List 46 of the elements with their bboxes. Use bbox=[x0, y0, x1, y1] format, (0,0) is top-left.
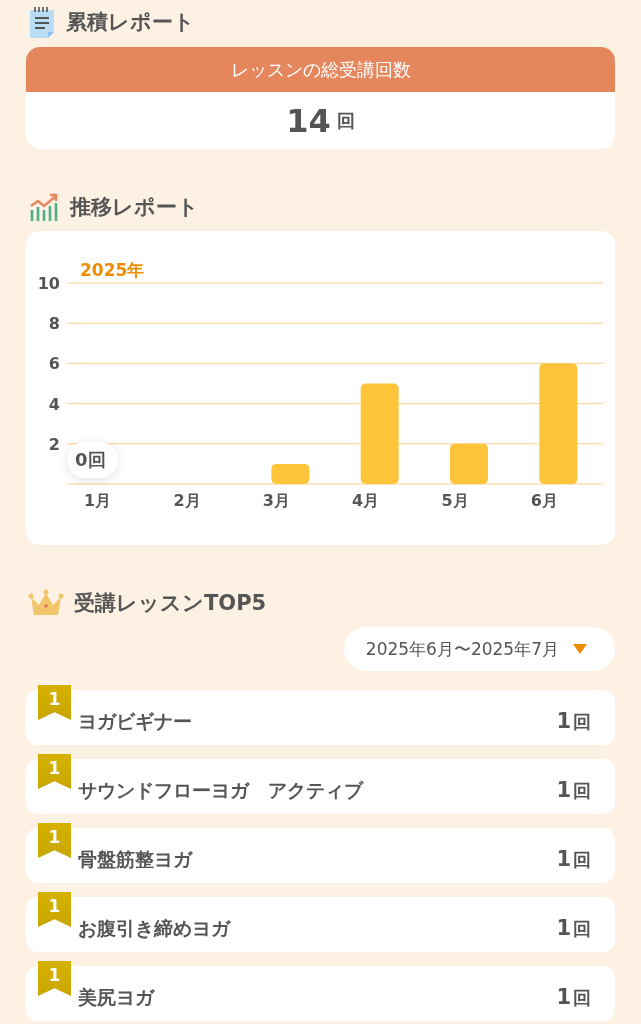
section-heading: 累積レポート bbox=[66, 9, 195, 36]
axis-label: 10 bbox=[37, 274, 60, 293]
total-count: 14 bbox=[286, 101, 331, 140]
axis-label: 3月 bbox=[262, 491, 290, 510]
card-title: レッスンの総受講回数 bbox=[26, 47, 615, 92]
rank-badge: 1 bbox=[38, 754, 71, 789]
rank-badge: 1 bbox=[38, 892, 71, 927]
axis-label: 4月 bbox=[352, 491, 380, 510]
lesson-count: 1 bbox=[556, 985, 571, 1009]
rank-badge: 1 bbox=[38, 961, 71, 996]
rank-badge: 1 bbox=[38, 823, 71, 858]
lesson-name: 美尻ヨガ bbox=[78, 984, 156, 1010]
axis-label: 8 bbox=[48, 314, 60, 334]
lesson-count: 1 bbox=[556, 847, 571, 871]
count-unit: 回 bbox=[573, 710, 591, 734]
bar bbox=[450, 443, 488, 484]
year-label: 2025年 bbox=[80, 259, 145, 282]
caret-icon bbox=[573, 644, 587, 654]
lesson-count: 1 bbox=[556, 916, 571, 940]
count-unit: 回 bbox=[573, 848, 591, 872]
period-dropdown[interactable]: 2025年6月〜2025年7月 bbox=[343, 627, 615, 671]
trend-chart-icon bbox=[28, 192, 60, 222]
lesson-name: お腹引き締めヨガ bbox=[78, 915, 232, 941]
section-heading: 推移レポート bbox=[70, 194, 199, 221]
axis-label: 6 bbox=[48, 354, 60, 374]
rank-badge: 1 bbox=[38, 685, 71, 720]
crown-icon bbox=[28, 589, 64, 617]
axis-label: 2月 bbox=[173, 491, 201, 510]
axis-label: 4 bbox=[48, 394, 60, 414]
lesson-count: 1 bbox=[556, 778, 571, 802]
section-heading: 受講レッスンTOP5 bbox=[74, 590, 267, 617]
axis-label: 1月 bbox=[84, 491, 112, 510]
bar bbox=[271, 463, 310, 484]
axis-label: 5月 bbox=[441, 491, 469, 510]
count-unit: 回 bbox=[573, 779, 591, 803]
lesson-name: ヨガビギナー bbox=[78, 708, 193, 734]
lesson-name: 骨盤筋整ヨガ bbox=[78, 846, 194, 872]
chart-tooltip: 0回 bbox=[67, 442, 118, 478]
count-unit: 回 bbox=[573, 986, 591, 1010]
count-unit: 回 bbox=[336, 108, 355, 133]
axis-label: 6月 bbox=[530, 491, 558, 510]
lesson-name: サウンドフローヨガ アクティブ bbox=[78, 777, 365, 803]
lesson-count: 1 bbox=[556, 709, 571, 733]
axis-label: 2 bbox=[48, 434, 60, 454]
notepad-icon bbox=[28, 6, 56, 38]
count-unit: 回 bbox=[573, 917, 591, 941]
